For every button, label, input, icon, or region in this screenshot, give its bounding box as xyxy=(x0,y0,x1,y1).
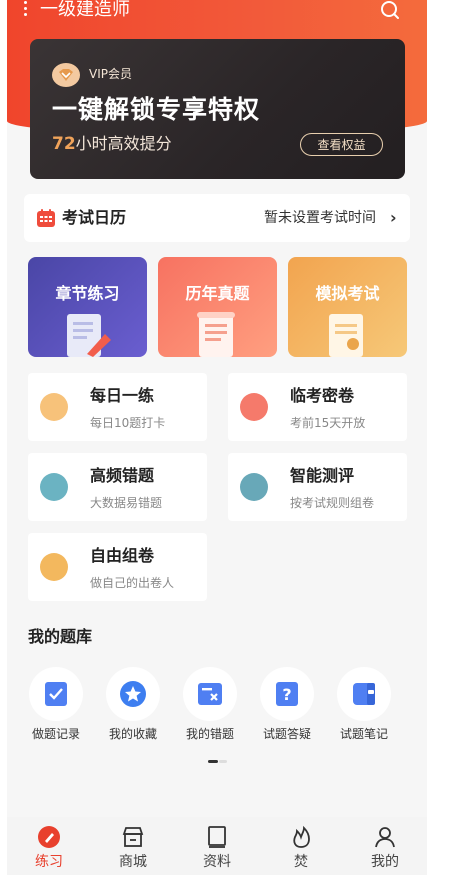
tab-profile-label: 我的 xyxy=(371,854,399,870)
vip-title: 一键解锁专享特权 xyxy=(52,95,261,124)
smart-assessment-subtitle: 按考试规则组卷 xyxy=(290,496,375,510)
wrong-icon xyxy=(198,683,222,705)
app-title[interactable]: 一级建造师 xyxy=(40,0,130,20)
page-indicator xyxy=(208,760,228,763)
more-menu-icon[interactable] xyxy=(24,1,28,17)
mock-exam-card[interactable]: 模拟考试 xyxy=(288,257,407,357)
svg-text:?: ? xyxy=(282,685,291,704)
tab-practice-label: 练习 xyxy=(35,854,63,870)
free-paper-icon xyxy=(40,553,68,581)
daily-practice-icon xyxy=(40,393,68,421)
top-bar: 一级建造师 xyxy=(7,0,427,22)
secret-paper-subtitle: 考前15天开放 xyxy=(290,416,366,430)
notes-icon xyxy=(353,683,375,705)
wrong-questions-item[interactable]: 我的错题 xyxy=(175,667,245,741)
daily-practice-item[interactable]: 每日一练 每日10题打卡 xyxy=(28,373,207,441)
mock-exam-label: 模拟考试 xyxy=(315,284,380,303)
free-paper-title: 自由组卷 xyxy=(90,546,155,565)
practice-icon xyxy=(38,826,60,848)
smart-assessment-icon xyxy=(240,473,268,501)
notes-item[interactable]: 试题笔记 xyxy=(329,667,399,741)
exam-date-status: 暂未设置考试时间 xyxy=(264,210,376,226)
free-paper-item[interactable]: 自由组卷 做自己的出卷人 xyxy=(28,533,207,601)
materials-icon xyxy=(208,826,226,848)
tab-store-label: 商城 xyxy=(119,854,147,870)
past-papers-card[interactable]: 历年真题 xyxy=(158,257,277,357)
document-pencil-icon xyxy=(67,314,111,357)
smart-assessment-title: 智能测评 xyxy=(290,466,355,485)
scroll-icon xyxy=(197,312,235,357)
record-item[interactable]: 做题记录 xyxy=(21,667,91,741)
vip-subtitle-text: 小时高效提分 xyxy=(75,134,172,153)
past-papers-label: 历年真题 xyxy=(185,284,250,303)
qa-label: 试题答疑 xyxy=(262,727,311,741)
view-benefits-button[interactable]: 查看权益 xyxy=(300,133,383,156)
secret-paper-icon xyxy=(240,393,268,421)
chevron-right-icon: › xyxy=(390,208,397,227)
daily-practice-title: 每日一练 xyxy=(90,386,155,405)
frequent-errors-icon xyxy=(40,473,68,501)
record-label: 做题记录 xyxy=(31,727,80,741)
tab-practice[interactable]: 练习 xyxy=(14,825,84,870)
wrong-questions-label: 我的错题 xyxy=(185,727,234,741)
tab-materials[interactable]: 资料 xyxy=(182,825,252,870)
question-icon: ? xyxy=(276,682,298,706)
tab-profile[interactable]: 我的 xyxy=(350,825,420,870)
exam-paper-icon xyxy=(329,314,363,357)
vip-label: VIP会员 xyxy=(89,67,132,81)
frequent-errors-subtitle: 大数据易错题 xyxy=(90,496,163,510)
vip-badge-icon xyxy=(52,63,80,87)
secret-paper-item[interactable]: 临考密卷 考前15天开放 xyxy=(228,373,407,441)
daily-practice-subtitle: 每日10题打卡 xyxy=(90,416,166,430)
free-paper-subtitle: 做自己的出卷人 xyxy=(90,576,175,590)
exam-calendar-title: 考试日历 xyxy=(62,208,127,227)
calendar-icon xyxy=(37,209,55,227)
bottom-tab-bar: 练习 商城 资料 焚 我的 xyxy=(7,817,427,875)
frequent-errors-item[interactable]: 高频错题 大数据易错题 xyxy=(28,453,207,521)
notes-label: 试题笔记 xyxy=(339,727,388,741)
favorites-label: 我的收藏 xyxy=(108,727,157,741)
chapter-practice-card[interactable]: 章节练习 xyxy=(28,257,147,357)
tab-materials-label: 资料 xyxy=(203,854,231,870)
profile-icon xyxy=(375,827,395,848)
tab-flame[interactable]: 焚 xyxy=(266,825,336,870)
vip-subtitle: 72小时高效提分 xyxy=(52,134,172,154)
smart-assessment-item[interactable]: 智能测评 按考试规则组卷 xyxy=(228,453,407,521)
star-icon xyxy=(120,681,146,707)
secret-paper-title: 临考密卷 xyxy=(290,386,355,405)
favorites-item[interactable]: 我的收藏 xyxy=(98,667,168,741)
frequent-errors-title: 高频错题 xyxy=(90,466,155,485)
store-icon xyxy=(122,827,144,847)
tab-flame-label: 焚 xyxy=(294,854,308,870)
record-icon xyxy=(45,682,67,706)
exam-calendar-bar[interactable]: 考试日历 暂未设置考试时间 › xyxy=(24,194,410,242)
vip-banner[interactable]: VIP会员 一键解锁专享特权 72小时高效提分 查看权益 xyxy=(30,39,405,179)
my-question-bank-title: 我的题库 xyxy=(28,627,93,646)
search-icon[interactable] xyxy=(380,0,400,20)
tab-store[interactable]: 商城 xyxy=(98,825,168,870)
app-screen: 一级建造师 VIP会员 一键解锁专享特权 72小时高效提分 查看权益 考试日历 … xyxy=(7,0,427,875)
vip-hours: 72 xyxy=(52,134,76,154)
flame-icon xyxy=(293,825,310,848)
qa-item[interactable]: ? 试题答疑 xyxy=(252,667,322,741)
chapter-practice-label: 章节练习 xyxy=(55,284,120,303)
